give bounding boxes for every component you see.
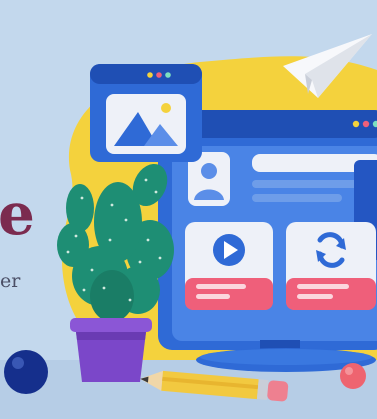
- illustration-canvas: [0, 0, 377, 419]
- coral-ball: [340, 363, 366, 389]
- play-icon: [213, 234, 245, 266]
- illustration-scene: [0, 0, 377, 419]
- navy-ball: [4, 350, 48, 394]
- subline-fragment: er: [0, 270, 21, 292]
- refresh-card: [286, 222, 376, 310]
- play-card: [185, 222, 273, 310]
- image-window: [90, 64, 202, 162]
- headline-fragment: e: [0, 180, 35, 248]
- plant-pot: [70, 318, 152, 382]
